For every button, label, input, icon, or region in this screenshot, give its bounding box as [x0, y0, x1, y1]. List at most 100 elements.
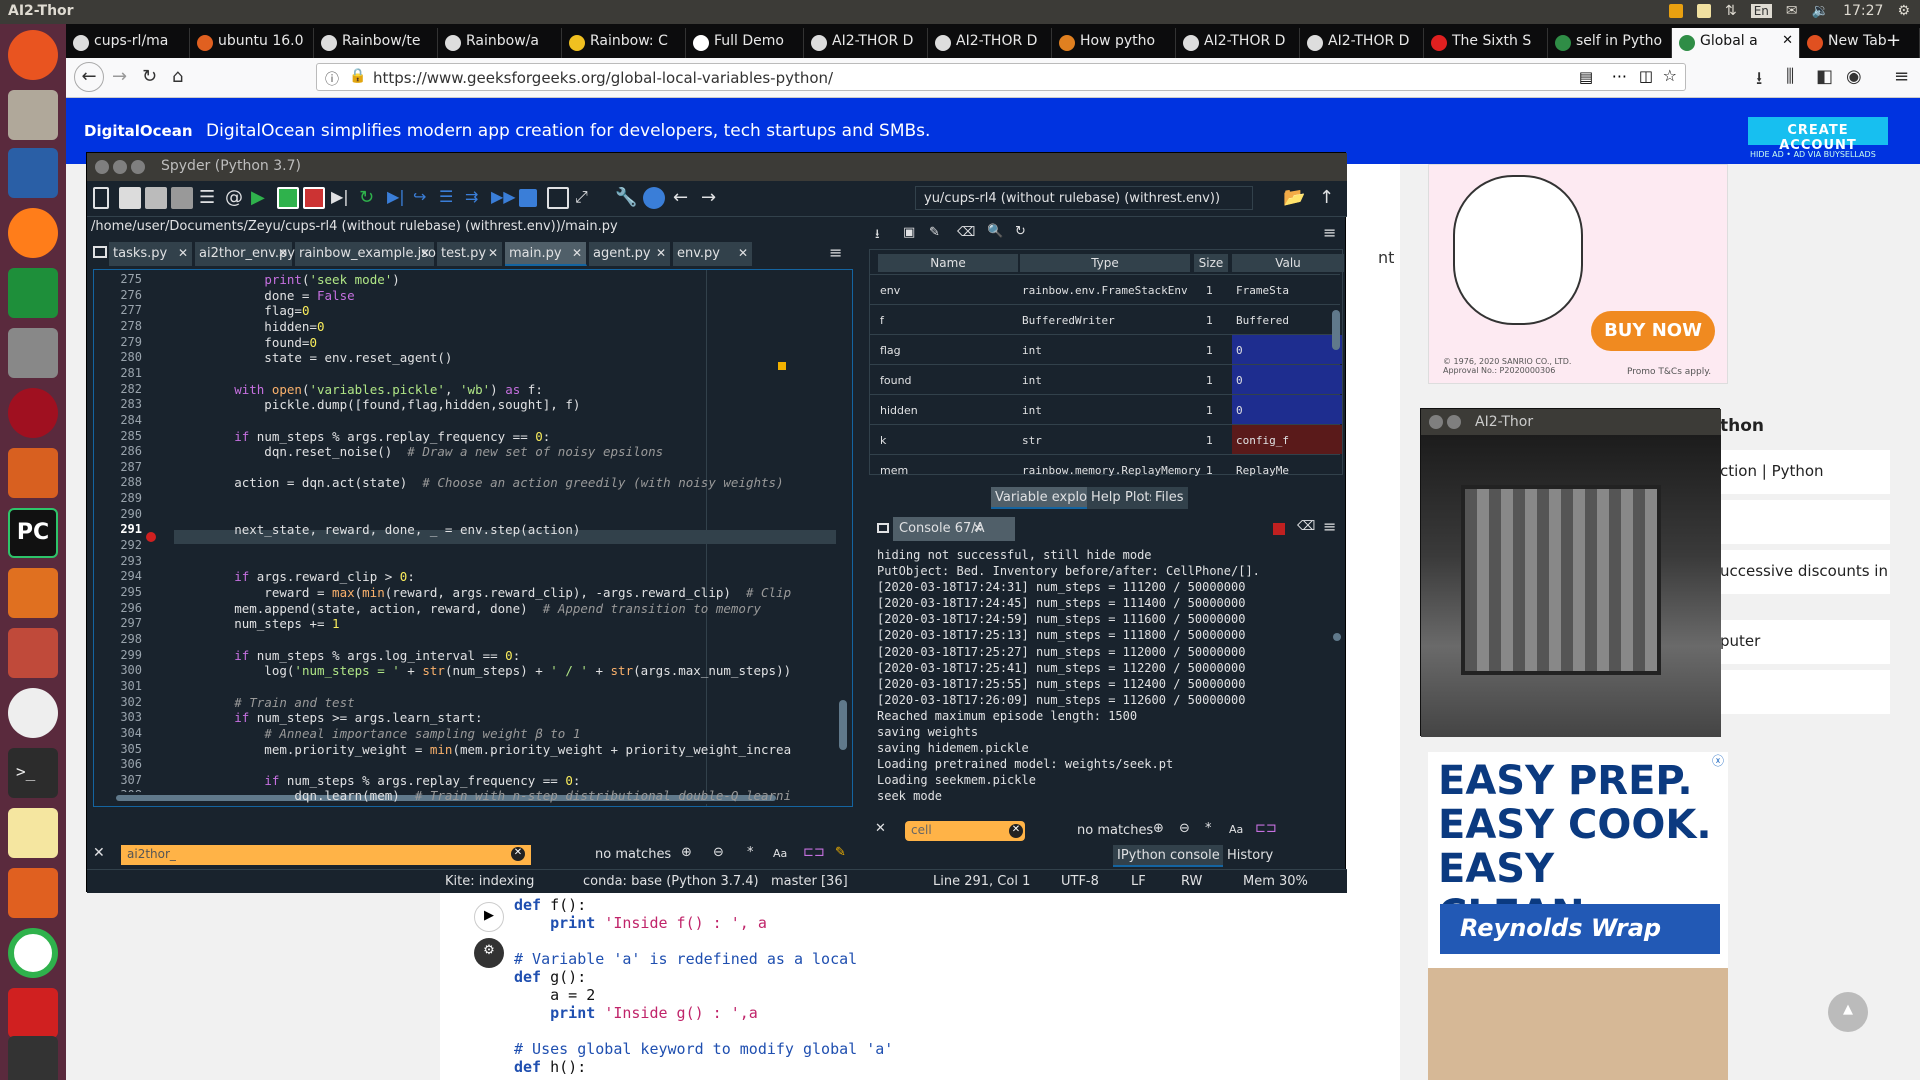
- ai2thor-titlebar[interactable]: AI2-Thor: [1421, 409, 1721, 435]
- close-editor-tab-icon[interactable]: ✕: [572, 246, 582, 260]
- console-scrollbar-thumb[interactable]: [1333, 633, 1341, 641]
- code-line[interactable]: state = env.reset_agent(): [174, 350, 452, 365]
- hello-kitty-ad[interactable]: BUY NOW © 1976, 2020 SANRIO CO., LTD. Ap…: [1428, 164, 1728, 384]
- sidebar-link-3[interactable]: puter: [1700, 620, 1890, 664]
- open-file-icon[interactable]: [119, 187, 141, 209]
- save-all-icon[interactable]: [171, 187, 193, 209]
- save-data-icon[interactable]: ▣: [903, 225, 915, 240]
- browser-tab[interactable]: Rainbow/te: [314, 28, 438, 58]
- url-text[interactable]: https://www.geeksforgeeks.org/global-loc…: [373, 69, 833, 87]
- tab-history[interactable]: History: [1223, 845, 1278, 867]
- browser-tab[interactable]: Rainbow: C: [562, 28, 686, 58]
- clear-console-icon[interactable]: ⌫: [1297, 519, 1315, 534]
- terminal-icon[interactable]: >_: [8, 748, 58, 798]
- close-console-tab-icon[interactable]: ✕: [973, 521, 983, 535]
- window-close-icon[interactable]: [95, 160, 109, 174]
- close-editor-tab-icon[interactable]: ✕: [178, 246, 188, 260]
- code-line[interactable]: mem.append(state, action, reward, done) …: [174, 601, 761, 616]
- console-options-icon[interactable]: ≡: [1323, 517, 1336, 536]
- url-bar[interactable]: ⓘ 🔒 https://www.geeksforgeeks.org/global…: [316, 63, 1686, 91]
- var-options-icon[interactable]: ≡: [1323, 223, 1336, 242]
- account-icon[interactable]: ◉: [1846, 66, 1862, 87]
- interrupt-kernel-icon[interactable]: [1273, 523, 1285, 535]
- parent-dir-arrow-icon[interactable]: ↑: [1319, 187, 1341, 209]
- ai2thor-window[interactable]: AI2-Thor: [1420, 408, 1721, 737]
- console-find-input[interactable]: cell: [905, 821, 1025, 841]
- home-button[interactable]: ⌂: [172, 66, 183, 87]
- files-indicator-icon[interactable]: [1696, 4, 1711, 18]
- impress-app-icon[interactable]: [8, 448, 58, 498]
- firefox-icon[interactable]: [8, 208, 58, 258]
- editor-options-icon[interactable]: ≡: [829, 243, 842, 262]
- code-line[interactable]: if num_steps % args.replay_frequency == …: [174, 429, 550, 444]
- unity-app-icon[interactable]: [8, 1036, 58, 1080]
- run-icon[interactable]: ▶: [251, 187, 273, 209]
- new-file-icon[interactable]: [93, 187, 109, 209]
- code-line[interactable]: reward = max(min(reward, args.reward_cli…: [174, 585, 791, 600]
- browser-tab[interactable]: AI2-THOR D: [928, 28, 1052, 58]
- pane-tab[interactable]: Files: [1151, 487, 1188, 509]
- red-app-icon[interactable]: [8, 388, 58, 438]
- variable-row[interactable]: found int 1 0: [870, 364, 1342, 394]
- code-line[interactable]: done = False: [174, 288, 354, 303]
- buy-now-button[interactable]: BUY NOW: [1591, 311, 1715, 351]
- run-selection-icon[interactable]: ▶|: [331, 187, 353, 209]
- pocket-icon[interactable]: ◫: [1639, 67, 1653, 85]
- code-line[interactable]: log('num_steps = ' + str(num_steps) + ' …: [174, 663, 791, 678]
- stop-debug-icon[interactable]: [519, 189, 537, 207]
- import-data-icon[interactable]: ⭳: [875, 225, 880, 247]
- close-editor-tab-icon[interactable]: ✕: [420, 246, 430, 260]
- remmina-icon[interactable]: [8, 688, 58, 738]
- editor-tab[interactable]: ai2thor_env.py ✕: [195, 242, 295, 266]
- circle-app-icon[interactable]: [8, 928, 58, 978]
- console-case-icon[interactable]: Aa: [1229, 823, 1243, 836]
- create-account-button[interactable]: CREATE ACCOUNT: [1748, 117, 1888, 153]
- code-line[interactable]: if num_steps % args.replay_frequency == …: [174, 773, 580, 788]
- console-word-icon[interactable]: ⊏⊐: [1255, 821, 1277, 836]
- regex-icon[interactable]: *: [747, 845, 754, 860]
- debug-icon[interactable]: ▶|: [387, 187, 409, 209]
- code-line[interactable]: # Anneal importance sampling weight β to…: [174, 726, 580, 741]
- var-column-header[interactable]: Type: [1020, 254, 1190, 272]
- sidebar-link-empty-2[interactable]: [1700, 670, 1890, 714]
- reynolds-ad[interactable]: ⓧ EASY PREP. EASY COOK. EASY CLEAN. Reyn…: [1428, 752, 1728, 1080]
- editor-tab[interactable]: main.py ✕: [505, 242, 587, 266]
- info-icon[interactable]: ⓘ: [325, 69, 339, 89]
- text-editor-icon[interactable]: [8, 808, 58, 858]
- chrome-indicator-icon[interactable]: [1668, 4, 1683, 18]
- sidebar-link-1[interactable]: ction | Python: [1700, 450, 1890, 494]
- scroll-thumb[interactable]: [839, 700, 847, 750]
- search-variables-icon[interactable]: 🔍: [987, 224, 1003, 239]
- python-path-icon[interactable]: [643, 187, 665, 209]
- browser-tab[interactable]: Rainbow/a: [438, 28, 562, 58]
- clear-find-icon[interactable]: ✕: [511, 847, 525, 861]
- browser-tab[interactable]: cups-rl/ma: [66, 28, 190, 58]
- browser-tab[interactable]: New Tab: [1800, 28, 1920, 58]
- browse-folder-icon[interactable]: 📂: [1283, 187, 1305, 209]
- step-into-icon[interactable]: ☰: [439, 187, 461, 209]
- forward-arrow-icon[interactable]: →: [701, 187, 723, 209]
- maximize-pane-icon[interactable]: [547, 187, 569, 209]
- console-close-find-icon[interactable]: ✕: [875, 821, 886, 836]
- browser-tab[interactable]: AI2-THOR D: [1176, 28, 1300, 58]
- rerun-icon[interactable]: ↻: [359, 187, 381, 209]
- code-line[interactable]: action = dqn.act(state) # Choose an acti…: [174, 475, 783, 490]
- back-arrow-icon[interactable]: ←: [673, 187, 695, 209]
- camera-app-icon[interactable]: [8, 328, 58, 378]
- browser-tab[interactable]: The Sixth S: [1424, 28, 1548, 58]
- robot-app-icon[interactable]: [8, 988, 58, 1038]
- step-return-icon[interactable]: ⇉: [465, 187, 487, 209]
- browser-tab[interactable]: AI2-THOR D: [1300, 28, 1424, 58]
- variable-row[interactable]: k str 1 config_f: [870, 424, 1342, 454]
- network-updown-icon[interactable]: ⇅: [1725, 3, 1737, 19]
- browse-tabs-icon[interactable]: [93, 246, 107, 258]
- browser-tab[interactable]: Full Demo: [686, 28, 804, 58]
- console-browse-tabs-icon[interactable]: [877, 523, 889, 533]
- ad-close-icon[interactable]: ⓧ: [1712, 752, 1724, 769]
- close-editor-tab-icon[interactable]: ✕: [656, 246, 666, 260]
- code-line[interactable]: if num_steps >= args.learn_start:: [174, 710, 482, 725]
- save-icon[interactable]: [145, 187, 167, 209]
- spyder-window[interactable]: Spyder (Python 3.7) ☰ @ ▶ ▶| ↻ ▶| ↪ ☰ ⇉ …: [86, 152, 1347, 893]
- breakpoint-marker[interactable]: [146, 532, 156, 542]
- code-line[interactable]: with open('variables.pickle', 'wb') as f…: [174, 382, 543, 397]
